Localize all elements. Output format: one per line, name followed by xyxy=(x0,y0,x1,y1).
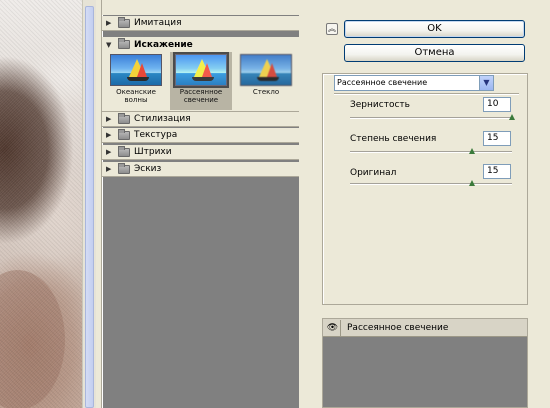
folder-icon xyxy=(118,128,130,140)
folder-icon xyxy=(118,16,130,28)
grain-slider-track[interactable] xyxy=(350,117,512,119)
glow-amount-slider-thumb[interactable] xyxy=(468,148,475,154)
grain-input[interactable]: 10 xyxy=(483,97,511,112)
image-preview[interactable] xyxy=(0,0,82,408)
glow-amount-input[interactable]: 15 xyxy=(483,131,511,146)
thumbnail-glass[interactable]: Стекло xyxy=(235,52,297,110)
thumbnail-label: Рассеянное свечение xyxy=(179,88,223,104)
category-texture[interactable]: ▶ Текстура xyxy=(102,128,299,143)
glow-amount-slider-track[interactable] xyxy=(350,151,512,153)
clear-amount-input[interactable]: 15 xyxy=(483,164,511,179)
category-sketch[interactable]: ▶ Эскиз xyxy=(102,162,299,177)
thumbnail-image xyxy=(110,54,162,86)
triangle-down-icon: ▼ xyxy=(106,40,112,49)
triangle-right-icon: ▶ xyxy=(106,19,112,27)
thumbnail-image xyxy=(173,52,229,88)
preview-scrollbar[interactable] xyxy=(82,0,96,408)
folder-icon xyxy=(118,162,130,174)
clear-amount-slider-thumb[interactable] xyxy=(468,180,475,186)
thumbnail-label: Океанские волны xyxy=(116,88,156,104)
effect-layer-label: Рассеянное свечение xyxy=(347,322,449,333)
category-label: Искажение xyxy=(134,39,193,50)
thumbnail-label: Стекло xyxy=(252,88,280,96)
triangle-right-icon: ▶ xyxy=(106,148,112,156)
category-brush-strokes[interactable]: ▶ Штрихи xyxy=(102,145,299,160)
distortion-thumbnails: Океанские волны Рассеянное свечение Стек… xyxy=(102,52,299,112)
scrollbar-thumb[interactable] xyxy=(85,6,94,408)
double-chevron-up-icon[interactable]: ︽ xyxy=(326,23,338,35)
category-imitation[interactable]: ▶ Имитация xyxy=(102,16,299,31)
category-label: Стилизация xyxy=(134,114,191,124)
category-stylize[interactable]: ▶ Стилизация xyxy=(102,112,299,127)
category-label: Штрихи xyxy=(134,147,172,157)
ok-button[interactable]: OK xyxy=(344,20,525,38)
folder-icon xyxy=(118,145,130,157)
thumbnail-ocean-ripple[interactable]: Океанские волны xyxy=(105,52,167,110)
filter-select[interactable]: Рассеянное свечение ▼ xyxy=(334,75,494,91)
thumbnail-diffuse-glow[interactable]: Рассеянное свечение xyxy=(170,52,232,110)
category-label: Текстура xyxy=(134,130,178,140)
effect-layer-row[interactable]: 👁 Рассеянное свечение xyxy=(323,319,527,337)
category-label: Эскиз xyxy=(134,164,162,174)
category-distortion[interactable]: ▼ Искажение xyxy=(102,37,299,52)
triangle-right-icon: ▶ xyxy=(106,165,112,173)
triangle-right-icon: ▶ xyxy=(106,131,112,139)
gallery-top-strip xyxy=(102,0,299,15)
thumbnail-image xyxy=(240,54,292,86)
settings-divider xyxy=(334,93,519,95)
chevron-down-icon[interactable]: ▼ xyxy=(479,76,493,90)
category-label: Имитация xyxy=(134,18,182,28)
cancel-button[interactable]: Отмена xyxy=(344,44,525,62)
grain-slider-thumb[interactable] xyxy=(509,114,515,120)
glow-amount-label: Степень свечения xyxy=(350,134,437,144)
grain-label: Зернистость xyxy=(350,100,410,110)
triangle-right-icon: ▶ xyxy=(106,115,112,123)
preview-grain-overlay xyxy=(0,0,82,408)
eye-icon[interactable]: 👁 xyxy=(325,319,341,336)
folder-icon xyxy=(118,38,130,49)
folder-icon xyxy=(118,112,130,124)
clear-amount-slider-track[interactable] xyxy=(350,183,512,185)
filter-select-value: Рассеянное свечение xyxy=(337,78,428,87)
clear-amount-label: Оригинал xyxy=(350,168,397,178)
